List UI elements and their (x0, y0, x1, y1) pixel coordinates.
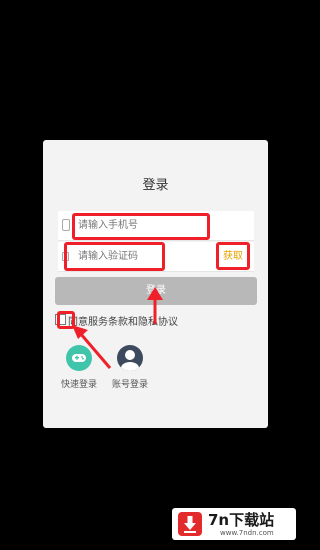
annotation-arrows (72, 287, 163, 369)
watermark-url: www.7ndn.com (220, 529, 274, 537)
download-icon (178, 512, 202, 536)
arrow-to-login-button (147, 287, 163, 324)
arrow-to-agreement (72, 325, 112, 369)
watermark: 7n下载站 www.7ndn.com (172, 508, 296, 540)
watermark-title: 7n下载站 (208, 511, 275, 529)
screen: { "login": { "title": "登录", "phone_place… (0, 0, 300, 550)
